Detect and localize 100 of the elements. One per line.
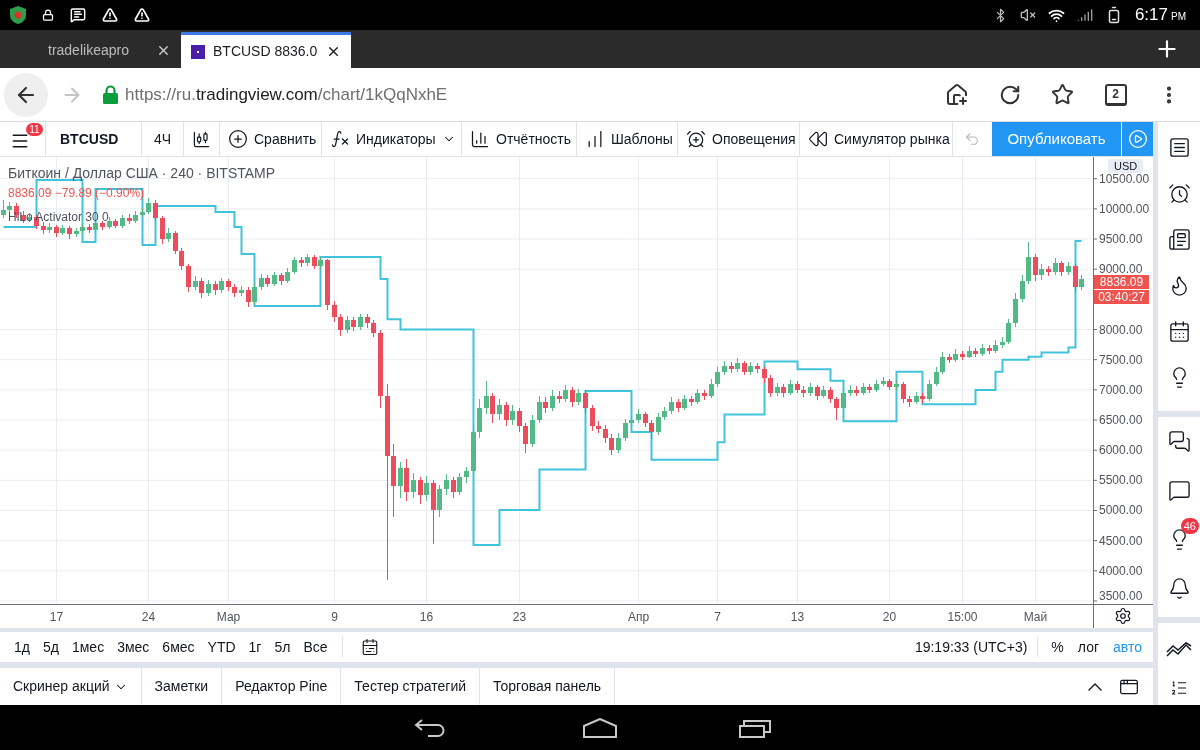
price-axis-label: 6000.00 [1099,443,1143,458]
browser-tab[interactable]: BTCUSD 8836.0 [181,32,351,68]
time-axis-label: 9 [331,610,338,624]
price-axis-label: 4500.00 [1099,533,1143,548]
calendar-icon[interactable] [360,638,379,656]
bell-icon[interactable] [1167,577,1191,600]
star-icon[interactable] [1051,83,1074,106]
lock-icon [42,9,54,21]
price-axis-label: 6500.00 [1099,413,1143,427]
calendar-icon[interactable] [1167,319,1191,343]
range-button[interactable]: 5л [274,637,291,657]
time-axis-label: 20 [882,610,897,624]
time-axis-label: 15:00 [947,610,978,624]
notification-badge: 11 [26,123,43,136]
back-button[interactable] [4,72,48,117]
range-button[interactable]: 1мес [71,637,105,657]
list-icon[interactable] [1170,679,1188,697]
recent-apps-icon[interactable] [739,717,771,738]
url-field[interactable]: https://ru.tradingview.com/chart/1kQqNxhE [125,81,448,108]
candlestick [927,379,932,402]
candlestick [901,381,906,404]
price-axis-label: 4000.00 [1099,563,1143,578]
last-price-tag: 8836.09 [1094,275,1149,290]
scale-toggle[interactable]: лог [1070,636,1107,658]
time-axis-label: Мар [216,610,241,624]
notification-badge: 46 [1180,518,1199,534]
candlestick [484,380,489,415]
tab-count-button[interactable]: 2 [1104,83,1127,106]
newspaper-icon[interactable] [1167,227,1191,251]
interval-button[interactable]: 4Ч [142,122,184,156]
range-button[interactable]: 6мес [162,637,195,657]
candlestick [457,472,462,496]
home-icon[interactable] [583,717,617,738]
chat-bubble-icon[interactable] [1167,479,1191,502]
price-axis-label: 5500.00 [1099,473,1143,488]
symbol-button[interactable]: BTCUSD [46,122,142,156]
candlestick [411,472,416,499]
candlestick [550,389,555,412]
time-axis-label: 24 [141,610,156,624]
candlestick [490,392,495,424]
home-icon[interactable] [944,82,969,107]
plus-circle-icon [228,129,248,149]
candlestick [768,374,773,398]
alarm-clock-icon[interactable] [1167,181,1191,205]
signal-icon [1076,7,1093,23]
currency-badge: USD [1108,159,1144,173]
reload-icon[interactable] [998,83,1021,106]
range-button[interactable]: Все [303,637,328,657]
candlestick-icon[interactable] [192,129,211,149]
range-button[interactable]: 5д [42,637,59,657]
time-axis-label: 23 [512,610,527,624]
time-axis-label: 16 [419,610,434,624]
candlestick [199,277,204,299]
play-icon [1127,129,1148,149]
time-axis-label: Апр [627,610,650,624]
play-button[interactable] [1122,122,1153,156]
candlestick [590,404,595,432]
candlestick [160,215,165,245]
candlestick [252,283,257,305]
range-button[interactable]: YTD [207,637,236,657]
clock-time: 6:17 [1134,5,1168,25]
list-icon[interactable] [1167,135,1191,159]
scale-toggle[interactable]: % [1044,636,1071,658]
candlestick [934,366,939,387]
candlestick [517,407,522,433]
zigzag-icon[interactable] [1166,642,1192,658]
mute-icon [1019,7,1036,23]
replay-button[interactable]: Симулятор рынка [800,122,953,156]
candlestick [616,432,621,454]
price-axis-label: 7500.00 [1099,352,1143,367]
message-icon [70,7,86,23]
candlestick [649,419,654,440]
templates-button[interactable]: Шаблоны [577,122,678,156]
candlestick [186,263,191,293]
chat-bubbles-icon[interactable] [1167,430,1191,453]
function-icon [330,129,350,149]
range-button[interactable]: 1г [248,637,262,657]
warning-icon [134,7,150,23]
back-icon[interactable] [414,717,446,738]
price-axis-label: 3500.00 [1099,589,1143,603]
candlestick [715,366,720,388]
candlestick [451,476,456,499]
settings-icon[interactable] [1114,607,1132,625]
financials-button[interactable]: Отчётность [462,122,577,156]
browser-tab[interactable]: tradelikeapro [45,32,181,68]
range-button[interactable]: 1д [14,637,30,657]
rewind-icon [808,129,828,149]
candlestick [940,351,945,375]
range-button[interactable]: 3мес [117,637,150,657]
close-icon[interactable] [326,44,341,59]
candlestick [332,300,337,323]
candlestick [510,404,515,426]
price-axis-label: 9000.00 [1099,262,1143,277]
alerts-button[interactable]: Оповещения [678,122,800,156]
candlestick [424,475,429,502]
compare-button[interactable]: Сравнить [220,122,322,156]
candlestick [841,389,846,411]
lock-icon [103,85,118,104]
warning-icon [102,7,118,23]
indicators-button[interactable]: Индикаторы [322,122,462,156]
